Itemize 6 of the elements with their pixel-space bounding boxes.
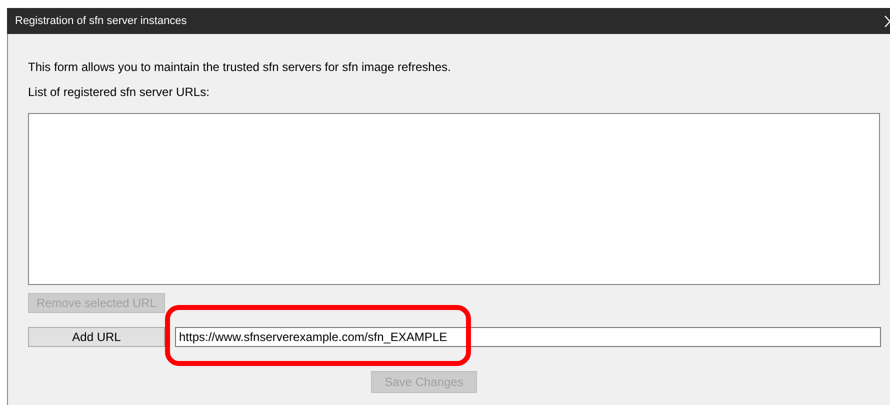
window-title: Registration of sfn server instances bbox=[14, 15, 187, 27]
list-label: List of registered sfn server URLs: bbox=[28, 85, 210, 99]
url-input-field[interactable]: https://www.sfnserverexample.com/sfn_EXAMPLE bbox=[175, 327, 881, 347]
add-url-button[interactable]: Add URL bbox=[28, 327, 165, 347]
close-icon[interactable] bbox=[884, 15, 890, 27]
intro-text: This form allows you to maintain the trusted sfn servers for sfn image refreshes. bbox=[28, 60, 452, 74]
